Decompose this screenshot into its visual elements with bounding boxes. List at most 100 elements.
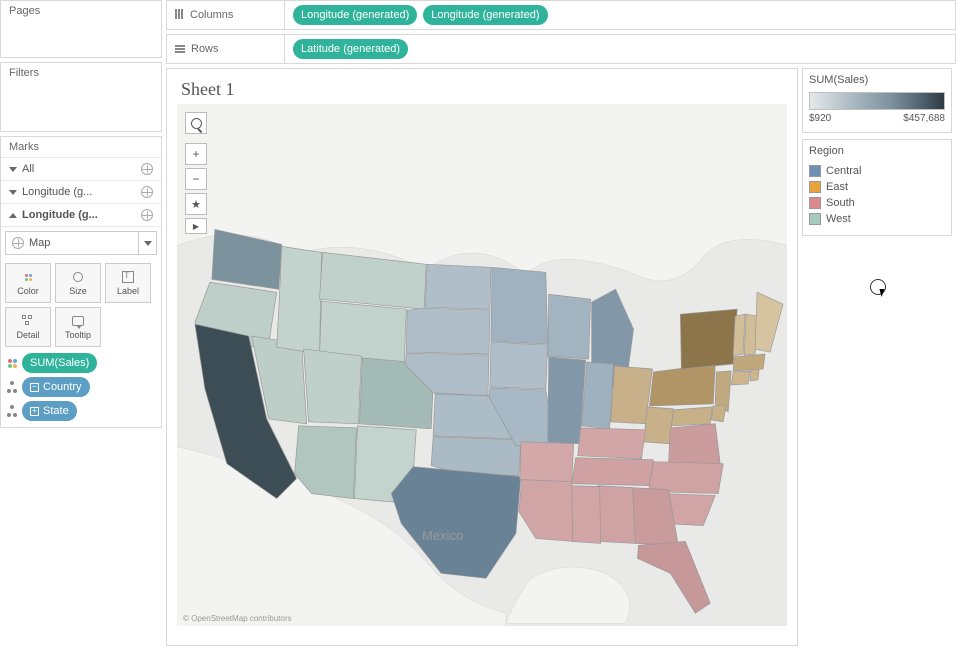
state-tennessee[interactable]	[572, 458, 654, 486]
legend-item-south[interactable]: South	[809, 195, 945, 211]
chevron-down-icon	[9, 167, 17, 172]
state-illinois[interactable]	[548, 357, 586, 444]
state-maine[interactable]	[755, 292, 783, 352]
color-gradient	[809, 92, 945, 110]
map-svg	[177, 104, 787, 626]
state-mississippi[interactable]	[570, 486, 601, 544]
state-maryland[interactable]	[671, 407, 712, 426]
chevron-up-icon	[9, 213, 17, 218]
state-north-dakota[interactable]	[425, 264, 491, 309]
state-rhode-island[interactable]	[750, 369, 759, 381]
state-idaho[interactable]	[277, 246, 322, 354]
hierarchy-icon	[5, 404, 19, 418]
state-connecticut[interactable]	[731, 371, 750, 385]
color-icon	[5, 356, 19, 370]
collapse-icon[interactable]: −	[30, 383, 39, 392]
pages-shelf[interactable]: Pages	[0, 0, 162, 58]
state-florida[interactable]	[637, 541, 710, 613]
marks-all-label: All	[22, 163, 34, 175]
legend-title: Region	[809, 145, 945, 157]
legend-item-east[interactable]: East	[809, 179, 945, 195]
globe-icon	[12, 237, 24, 249]
state-wisconsin[interactable]	[548, 294, 591, 359]
legend-title: SUM(Sales)	[809, 74, 945, 86]
state-utah[interactable]	[304, 349, 362, 424]
legend-item-west[interactable]: West	[809, 211, 945, 227]
marks-longitude1-label: Longitude (g...	[22, 186, 92, 198]
dropdown-arrow[interactable]	[138, 232, 156, 254]
state-massachusetts[interactable]	[733, 354, 765, 371]
state-minnesota[interactable]	[491, 267, 548, 344]
map-attribution: © OpenStreetMap contributors	[183, 614, 292, 623]
zoom-in-button[interactable]: +	[185, 143, 207, 165]
map-toolbar-expand[interactable]	[185, 218, 207, 234]
size-button[interactable]: Size	[55, 263, 101, 303]
color-button[interactable]: Color	[5, 263, 51, 303]
state-south-dakota[interactable]	[406, 308, 490, 354]
globe-icon	[141, 209, 153, 221]
columns-icon	[175, 9, 184, 22]
color-legend-region[interactable]: Region Central East South West	[802, 139, 952, 236]
marks-longitude2-label: Longitude (g...	[22, 209, 98, 221]
marks-longitude2-row[interactable]: Longitude (g...	[1, 204, 161, 227]
pill-longitude-1[interactable]: Longitude (generated)	[293, 5, 417, 25]
cursor-icon	[870, 279, 888, 297]
map-search-button[interactable]	[185, 112, 207, 134]
marks-all-row[interactable]: All	[1, 158, 161, 181]
state-iowa[interactable]	[490, 342, 548, 389]
legend-min: $920	[809, 113, 831, 124]
sheet-title[interactable]: Sheet 1	[167, 69, 797, 104]
swatch-icon	[809, 165, 821, 177]
color-legend-sales[interactable]: SUM(Sales) $920 $457,688	[802, 68, 952, 133]
detail-button[interactable]: Detail	[5, 307, 51, 347]
filters-shelf[interactable]: Filters	[0, 62, 162, 132]
globe-icon	[141, 163, 153, 175]
state-louisiana[interactable]	[519, 478, 573, 542]
pill-longitude-2[interactable]: Longitude (generated)	[423, 5, 547, 25]
label-button[interactable]: Label	[105, 263, 151, 303]
swatch-icon	[809, 197, 821, 209]
pill-sum-sales[interactable]: SUM(Sales)	[22, 353, 97, 373]
map-pin-button[interactable]	[185, 193, 207, 215]
swatch-icon	[809, 181, 821, 193]
expand-icon[interactable]: +	[30, 407, 39, 416]
chevron-down-icon	[9, 190, 17, 195]
legend-max: $457,688	[903, 113, 945, 124]
marks-longitude1-row[interactable]: Longitude (g...	[1, 181, 161, 204]
rows-icon	[175, 45, 185, 53]
state-west-virginia[interactable]	[643, 407, 673, 444]
tooltip-icon	[72, 316, 84, 326]
state-pennsylvania[interactable]	[649, 364, 715, 406]
globe-icon	[141, 186, 153, 198]
state-arkansas[interactable]	[520, 442, 574, 482]
state-new-york[interactable]	[680, 309, 737, 369]
hierarchy-icon	[5, 380, 19, 394]
state-vermont[interactable]	[733, 314, 745, 356]
legend-item-central[interactable]: Central	[809, 163, 945, 179]
pill-state[interactable]: +State	[22, 401, 77, 421]
marks-card: Marks All Longitude (g... Longitude (g..…	[0, 136, 162, 428]
detail-icon	[22, 315, 34, 327]
swatch-icon	[809, 213, 821, 225]
state-indiana[interactable]	[582, 362, 614, 429]
mark-type-dropdown[interactable]: Map	[5, 231, 157, 255]
state-kentucky[interactable]	[578, 428, 646, 459]
pill-latitude[interactable]: Latitude (generated)	[293, 39, 408, 59]
state-alabama[interactable]	[598, 486, 636, 544]
marks-label: Marks	[1, 137, 161, 158]
pages-label: Pages	[1, 1, 161, 21]
rows-shelf[interactable]: Rows Latitude (generated)	[166, 34, 956, 64]
mark-type-label: Map	[29, 237, 50, 249]
pill-country[interactable]: −Country	[22, 377, 90, 397]
columns-shelf[interactable]: Columns Longitude (generated) Longitude …	[166, 0, 956, 30]
state-delaware[interactable]	[711, 405, 726, 422]
tooltip-button[interactable]: Tooltip	[55, 307, 101, 347]
label-icon	[122, 271, 134, 283]
map-label-mexico: Mexico	[422, 528, 463, 543]
map-canvas[interactable]: + −	[177, 104, 787, 626]
state-virginia[interactable]	[668, 424, 720, 466]
worksheet-view: Sheet 1 + −	[166, 68, 798, 646]
filters-label: Filters	[1, 63, 161, 83]
color-icon	[25, 274, 32, 281]
zoom-out-button[interactable]: −	[185, 168, 207, 190]
